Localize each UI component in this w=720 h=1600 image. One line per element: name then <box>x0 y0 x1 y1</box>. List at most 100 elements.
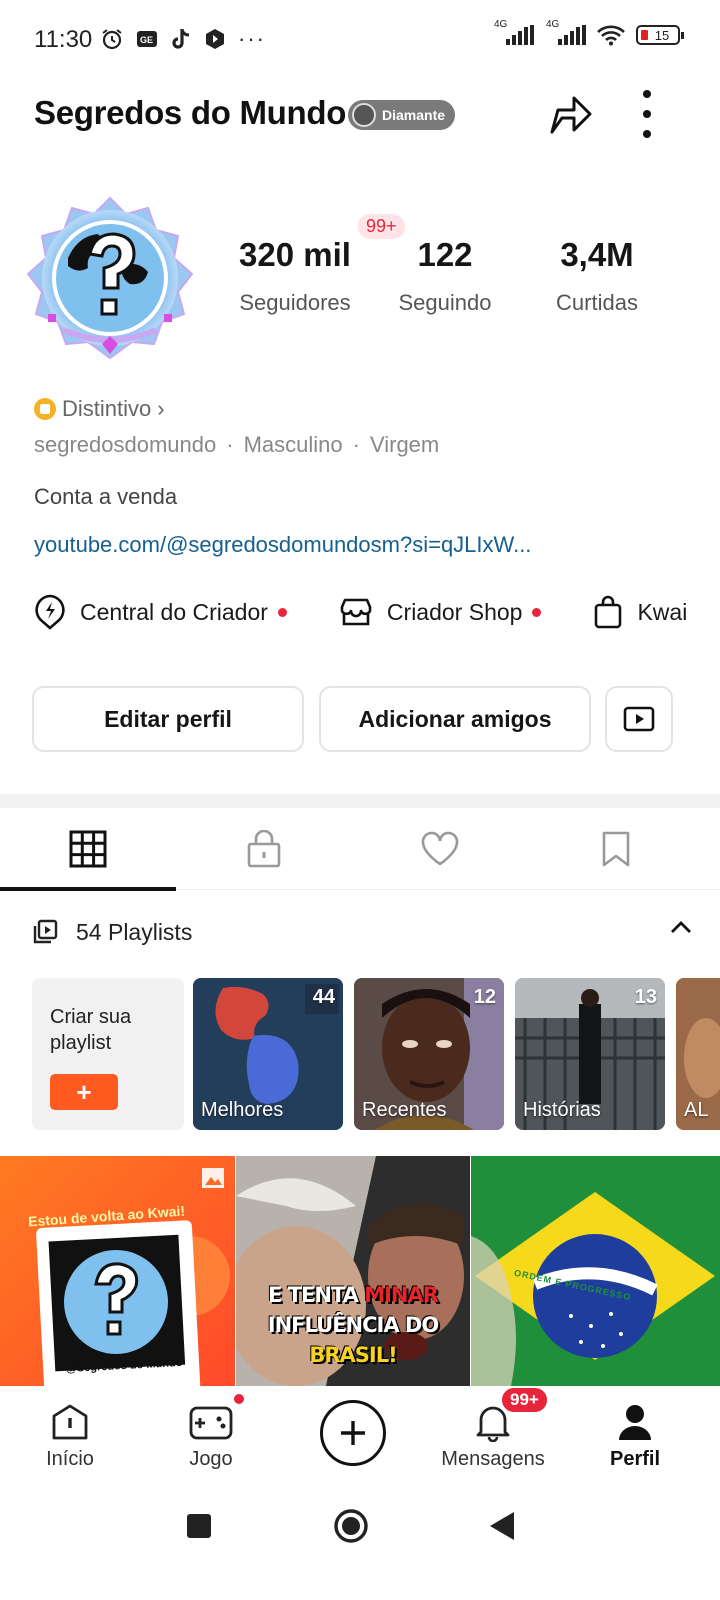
feed-video-3[interactable]: ORDEM E PROGRESSO <box>471 1156 720 1386</box>
distintivo-link[interactable]: Distintivo › <box>34 396 165 422</box>
stat-likes[interactable]: 3,4M Curtidas <box>522 236 672 316</box>
shortcut-kwai[interactable]: Kwai <box>593 595 687 629</box>
video-thumbnail <box>0 1156 235 1386</box>
tier-badge-label: Diamante <box>382 107 446 123</box>
ge-app-icon: GE <box>137 31 157 47</box>
video-thumbnail <box>471 1156 720 1386</box>
profile-bio: Conta a venda <box>34 484 178 509</box>
recents-icon[interactable] <box>185 1512 213 1540</box>
playlist-name: Recentes <box>362 1099 447 1121</box>
tab-liked[interactable] <box>352 808 528 890</box>
distintivo-badge-icon <box>34 398 56 420</box>
alarm-icon <box>102 29 122 50</box>
playlist-card[interactable]: 44 Melhores <box>193 978 343 1130</box>
stat-value: 3,4M <box>560 236 634 273</box>
tab-saved[interactable] <box>528 808 704 890</box>
stat-followers[interactable]: 320 mil Seguidores <box>220 236 370 316</box>
signal-2-icon: 4G <box>546 19 586 45</box>
creator-shortcuts: Central do Criador Criador Shop Kwai <box>34 592 720 632</box>
shortcut-criador-shop[interactable]: Criador Shop <box>339 597 542 627</box>
meta-gender: Masculino <box>243 432 343 457</box>
home-icon <box>52 1404 88 1440</box>
nav-inicio[interactable]: Início <box>5 1386 135 1486</box>
battery-icon: 15 <box>636 25 684 45</box>
playlist-card[interactable]: 12 Recentes <box>354 978 504 1130</box>
home-button-icon[interactable] <box>333 1508 369 1544</box>
new-dot <box>234 1394 244 1404</box>
shortcut-label: Kwai <box>637 598 688 625</box>
shop-icon <box>340 598 372 626</box>
stat-label: Curtidas <box>556 290 638 315</box>
bottom-navigation: Início Jogo Mensagens 99+ Perfil <box>0 1386 720 1486</box>
profile-username: Segredos do Mundo <box>34 94 347 131</box>
bag-icon <box>595 595 622 629</box>
shield-app-icon <box>206 29 224 49</box>
meta-handle: segredosdomundo <box>34 432 217 457</box>
playlists-header[interactable]: 54 Playlists <box>32 910 692 954</box>
playlist-count: 13 <box>634 986 657 1008</box>
back-icon[interactable] <box>488 1510 516 1542</box>
more-notifications-icon: ··· <box>238 26 266 51</box>
nav-label: Perfil <box>609 1448 661 1470</box>
nav-mensagens[interactable]: Mensagens 99+ <box>428 1386 558 1486</box>
bookmark-icon <box>602 831 630 867</box>
chevron-right-icon: › <box>157 396 165 421</box>
playlist-count: 12 <box>473 986 496 1008</box>
more-options-icon[interactable] <box>640 90 654 138</box>
create-plus-icon <box>341 1421 365 1445</box>
shortcut-label: Criador Shop <box>386 598 523 625</box>
nav-label: Início <box>46 1448 94 1470</box>
profile-link[interactable]: youtube.com/@segredosdomundosm?si=qJLIxW… <box>34 532 531 558</box>
status-bar: 11:30 GE ··· 4G 4G 15 <box>0 0 720 80</box>
distintivo-label: Distintivo <box>62 396 152 421</box>
new-dot <box>277 607 287 617</box>
lightning-pin-icon <box>35 594 65 630</box>
new-dot <box>532 607 542 617</box>
wifi-icon <box>597 25 625 46</box>
nav-perfil[interactable]: Perfil <box>570 1386 700 1486</box>
tier-badge[interactable]: Diamante <box>348 100 456 130</box>
grid-icon <box>69 830 107 868</box>
shortcut-label: Central do Criador <box>80 598 268 625</box>
playlist-card[interactable]: 13 Histórias <box>515 978 665 1130</box>
profile-avatar[interactable] <box>24 196 196 368</box>
edit-profile-button[interactable]: Editar perfil <box>32 686 304 752</box>
video-play-button[interactable] <box>605 686 673 752</box>
playlist-name: AL <box>684 1099 709 1121</box>
share-icon[interactable] <box>544 88 596 140</box>
status-notification-icons: GE ··· <box>100 26 266 52</box>
playlist-card[interactable]: AL <box>676 978 720 1130</box>
stat-value: 320 mil <box>239 236 351 273</box>
nav-label: Mensagens <box>441 1448 545 1470</box>
heart-icon <box>421 831 459 866</box>
play-box-icon <box>623 706 655 732</box>
tab-private[interactable] <box>176 808 352 890</box>
profile-meta: segredosdomundo · Masculino · Virgem <box>34 432 440 457</box>
playlist-name: Melhores <box>201 1099 284 1121</box>
nav-jogo[interactable]: Jogo <box>146 1386 276 1486</box>
person-icon <box>619 1405 651 1440</box>
create-playlist-button[interactable]: + <box>50 1074 118 1110</box>
shortcut-central-do-criador[interactable]: Central do Criador <box>34 594 287 630</box>
create-playlist-label: Criar sua playlist <box>50 1006 132 1054</box>
signal-1-icon: 4G <box>494 19 534 45</box>
tier-badge-icon <box>352 103 376 127</box>
chevron-up-icon[interactable] <box>670 920 692 934</box>
system-navigation <box>0 1488 720 1600</box>
messages-badge: 99+ <box>500 1386 549 1414</box>
create-post-button[interactable] <box>320 1400 386 1466</box>
create-playlist-card[interactable]: Criar sua playlist + <box>32 978 184 1130</box>
stat-value: 122 <box>417 236 473 273</box>
playlist-icon <box>33 919 58 944</box>
tab-grid[interactable] <box>0 808 176 891</box>
section-divider <box>0 794 720 808</box>
lock-icon <box>247 830 281 868</box>
svg-text:GE: GE <box>140 35 153 45</box>
status-system-icons: 4G 4G 15 <box>494 19 684 46</box>
video-overlay-text: E TENTA MINAR INFLUÊNCIA DO BRASIL! <box>267 1283 439 1367</box>
feed-video-1[interactable]: Estou de volta ao Kwai! @Segredos do Mun… <box>0 1156 235 1386</box>
meta-sign: Virgem <box>369 432 440 457</box>
stat-following[interactable]: 122 Seguindo <box>370 236 520 316</box>
add-friends-button[interactable]: Adicionar amigos <box>319 686 591 752</box>
feed-video-2[interactable]: E TENTA MINAR INFLUÊNCIA DO BRASIL! <box>236 1156 470 1386</box>
